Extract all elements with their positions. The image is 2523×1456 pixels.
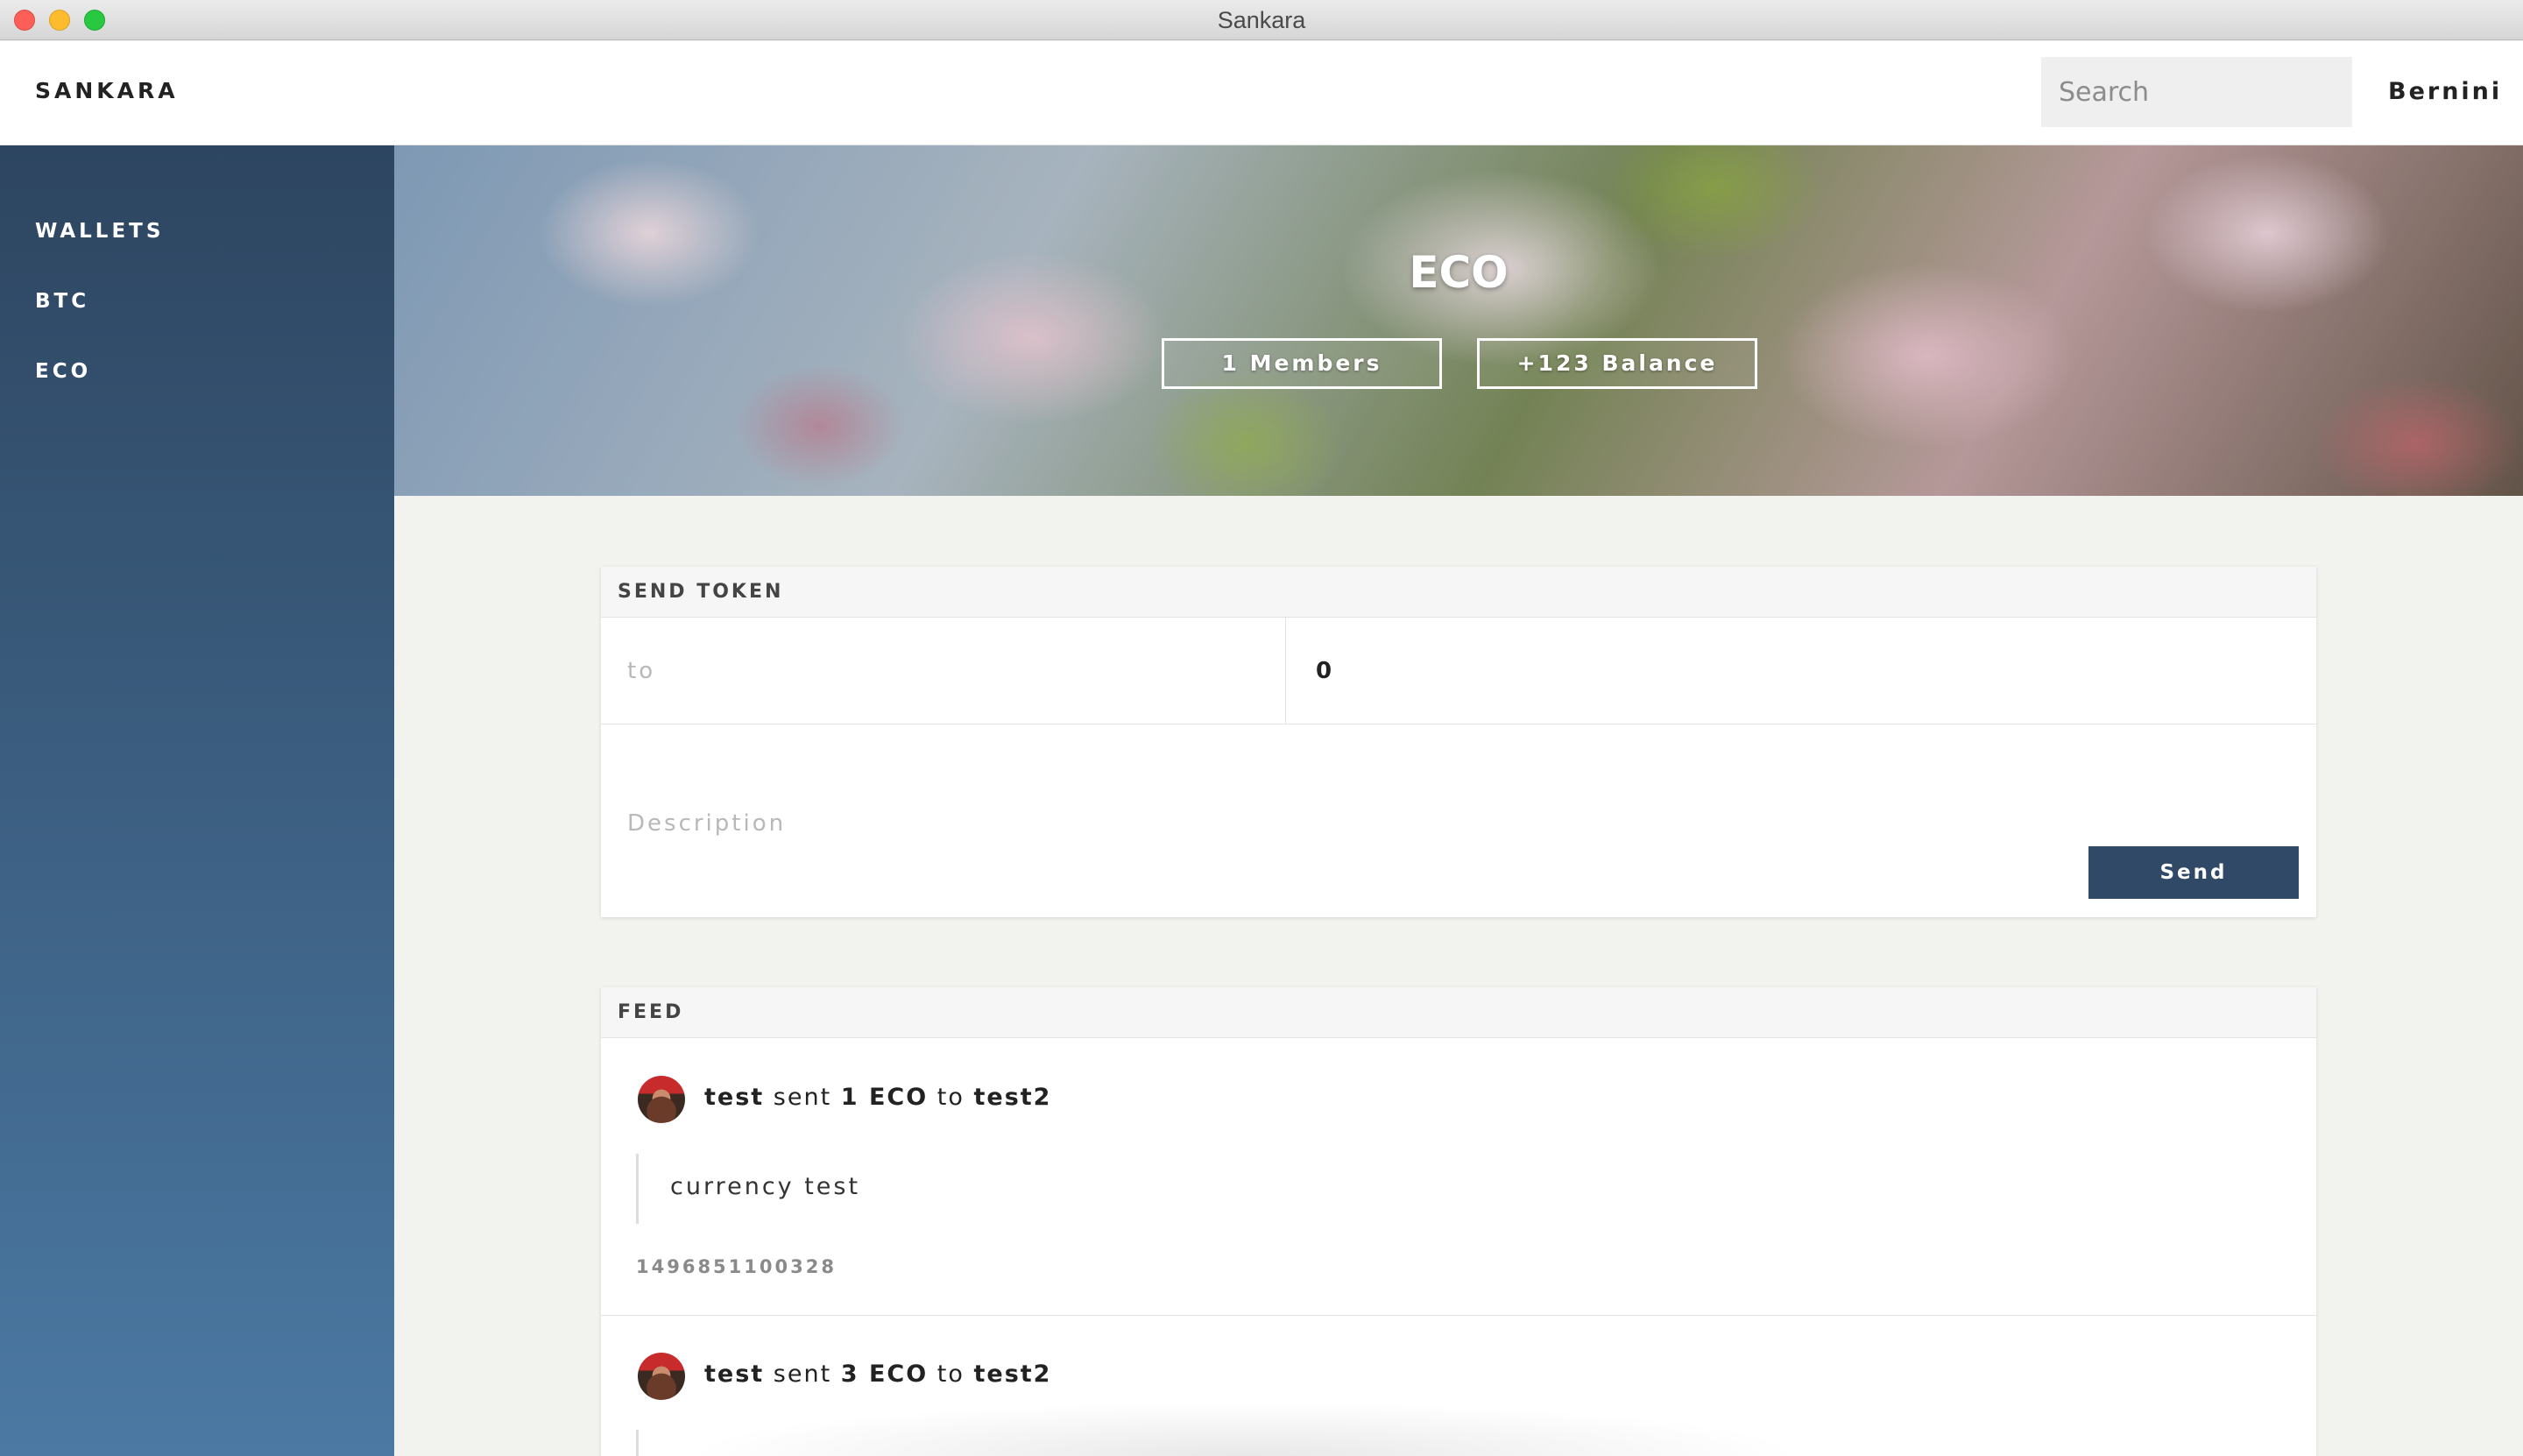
search-input[interactable] (2041, 57, 2352, 127)
window-title: Sankara (1217, 7, 1306, 33)
recipient-name[interactable]: test2 (973, 1361, 1051, 1388)
brand-logo[interactable]: SANKARA (35, 78, 179, 103)
sidebar-item-eco[interactable]: ECO (35, 360, 91, 383)
recipient-input[interactable] (601, 618, 1286, 724)
feed-item-timestamp: 1496851100328 (636, 1256, 837, 1277)
hero-overlay (394, 145, 2523, 496)
sidebar: WALLETS BTC ECO (0, 145, 394, 1456)
preposition-text: to (936, 1084, 965, 1111)
send-token-header: SEND TOKEN (601, 567, 2316, 618)
preposition-text: to (936, 1361, 965, 1388)
sender-name[interactable]: test (704, 1361, 764, 1388)
balance-button[interactable]: +123 Balance (1477, 338, 1757, 389)
members-button[interactable]: 1 Members (1162, 338, 1442, 389)
feed-item-summary: test sent 3 ECO to test2 (704, 1361, 1051, 1388)
avatar[interactable] (638, 1076, 685, 1123)
user-menu[interactable]: Bernini (2388, 78, 2502, 105)
feed-header: FEED (601, 987, 2316, 1038)
recipient-name[interactable]: test2 (973, 1084, 1051, 1111)
feed-item-note: currency test (636, 1154, 1862, 1224)
hero-banner: ECO 1 Members +123 Balance (394, 145, 2523, 496)
scroll-shadow (683, 1402, 1805, 1456)
window-titlebar: Sankara (0, 0, 2523, 40)
feed-item: test sent 1 ECO to test2 currency test 1… (601, 1038, 2316, 1315)
avatar[interactable] (638, 1353, 685, 1400)
amount-text: 1 ECO (840, 1084, 929, 1111)
verb-text: sent (773, 1084, 832, 1111)
top-bar: SANKARA Bernini (0, 41, 2523, 145)
send-token-card: SEND TOKEN Send (601, 567, 2316, 917)
feed-item-summary: test sent 1 ECO to test2 (704, 1084, 1051, 1111)
send-button[interactable]: Send (2088, 846, 2299, 899)
sidebar-item-wallets[interactable]: WALLETS (35, 220, 164, 243)
wallet-title: ECO (1409, 247, 1509, 298)
feed-card: FEED test sent 1 ECO to test2 currency t… (601, 987, 2316, 1456)
description-input[interactable] (601, 724, 2316, 917)
verb-text: sent (773, 1361, 832, 1388)
sidebar-item-btc[interactable]: BTC (35, 290, 89, 313)
amount-input[interactable] (1286, 618, 2316, 724)
amount-text: 3 ECO (840, 1361, 929, 1388)
sender-name[interactable]: test (704, 1084, 764, 1111)
